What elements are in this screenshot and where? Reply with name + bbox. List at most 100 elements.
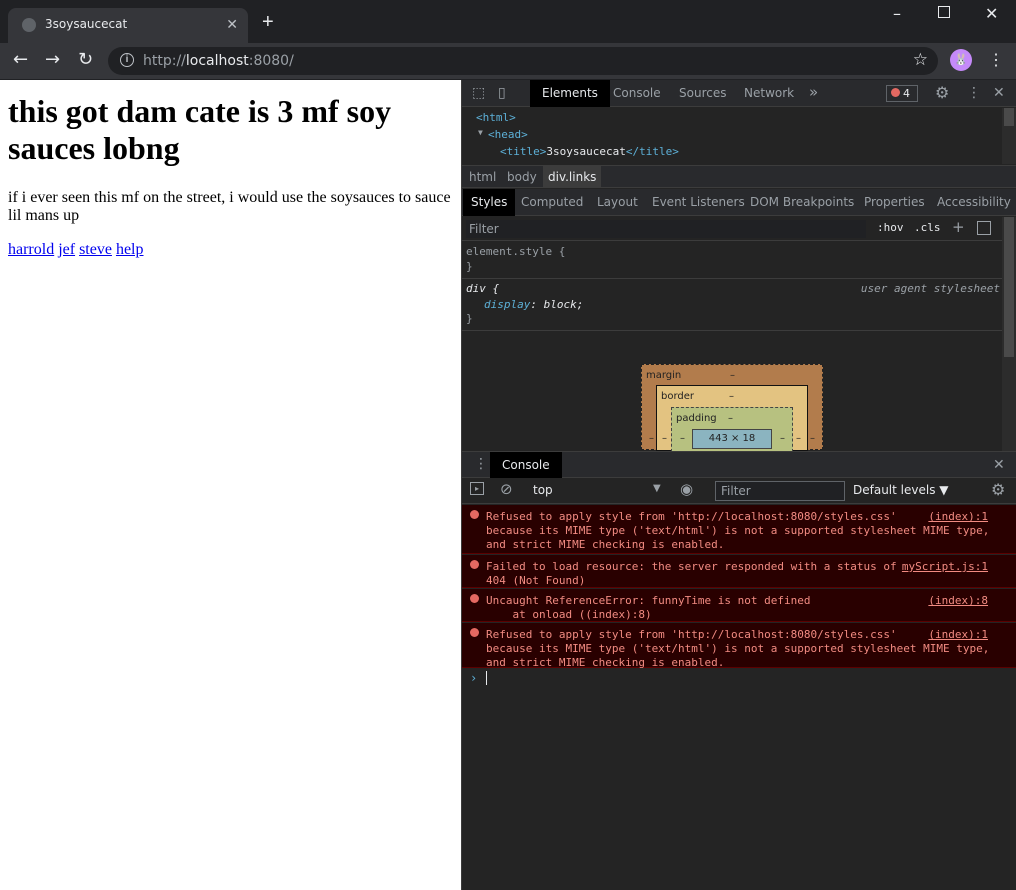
live-expression-eye-icon[interactable]: ◉ — [680, 480, 693, 498]
more-tabs-icon[interactable]: » — [809, 83, 818, 101]
dom-node-html[interactable]: <html> — [476, 111, 516, 124]
subtab-dom-breakpoints[interactable]: DOM Breakpoints — [750, 195, 854, 209]
settings-gear-icon[interactable]: ⚙ — [935, 83, 949, 102]
devtools-menu-icon[interactable]: ⋮ — [967, 85, 981, 101]
element-style-selector[interactable]: element.style { — [466, 245, 565, 258]
console-error-message[interactable]: Uncaught ReferenceError: funnyTime is no… — [462, 589, 1016, 622]
back-icon[interactable]: ← — [13, 49, 28, 70]
console-input[interactable] — [486, 671, 487, 685]
drawer-menu-icon[interactable]: ⋮ — [474, 456, 488, 472]
message-source-link[interactable]: (index):1 — [928, 628, 988, 641]
subtab-styles[interactable]: Styles — [463, 189, 516, 216]
styles-filter-bar: Filter :hov .cls + — [462, 217, 1002, 241]
tab-network[interactable]: Network — [744, 86, 794, 100]
forward-icon[interactable]: → — [45, 49, 60, 70]
message-source-link[interactable]: (index):1 — [928, 510, 988, 523]
crumb-body[interactable]: body — [507, 170, 537, 184]
padding-left-value: – — [680, 433, 685, 444]
tab-console[interactable]: Console — [613, 86, 661, 100]
border-label: border — [661, 391, 695, 402]
margin-top-value: – — [730, 370, 735, 381]
browser-tab[interactable]: 3soysaucecat ✕ — [8, 8, 248, 43]
address-bar[interactable]: i http://localhost:8080/ ☆ — [108, 47, 938, 75]
url-text[interactable]: http://localhost:8080/ — [143, 53, 294, 69]
console-settings-gear-icon[interactable]: ⚙ — [991, 480, 1005, 499]
info-icon[interactable]: i — [120, 53, 134, 67]
chevron-down-icon[interactable]: ▼ — [653, 483, 661, 494]
subtab-layout[interactable]: Layout — [597, 195, 638, 209]
devtools-close-icon[interactable]: ✕ — [993, 85, 1005, 101]
message-line: and strict MIME checking is enabled. — [486, 656, 725, 669]
console-sidebar-icon[interactable]: ▸ — [470, 482, 484, 495]
window-close-icon[interactable]: ✕ — [985, 4, 998, 23]
drawer-close-icon[interactable]: ✕ — [993, 457, 1005, 473]
hov-toggle[interactable]: :hov — [877, 221, 904, 234]
margin-left-value: – — [649, 433, 654, 444]
dom-tree: <html> ▼ <head> <title>3soysaucecat</tit… — [462, 108, 1002, 164]
bookmark-star-icon[interactable]: ☆ — [913, 50, 928, 70]
element-style-rule: element.style { } — [462, 242, 1002, 279]
message-line: at onload ((index):8) — [486, 608, 652, 621]
drawer-tab-console[interactable]: Console — [490, 452, 562, 479]
browser-menu-icon[interactable]: ⋮ — [988, 50, 1004, 70]
crumb-div-links[interactable]: div.links — [543, 166, 602, 188]
log-levels-dropdown[interactable]: Default levels ▼ — [853, 483, 949, 497]
console-error-message[interactable]: Refused to apply style from 'http://loca… — [462, 623, 1016, 669]
tab-close-icon[interactable]: ✕ — [226, 16, 238, 33]
device-toolbar-icon[interactable]: ▯ — [498, 85, 506, 101]
new-tab-button[interactable]: + — [262, 12, 274, 32]
dom-scrollbar[interactable] — [1002, 108, 1016, 164]
link-help[interactable]: help — [116, 241, 144, 258]
toggle-sidebar-icon[interactable] — [977, 221, 991, 235]
ua-selector: div { — [466, 282, 500, 295]
tab-elements[interactable]: Elements — [530, 80, 610, 107]
error-icon — [470, 560, 479, 569]
title-bar: 3soysaucecat ✕ + – ✕ — [0, 0, 1016, 43]
box-content-size[interactable]: 443 × 18 — [692, 429, 772, 449]
minimize-icon[interactable]: – — [893, 4, 901, 23]
subtab-properties[interactable]: Properties — [864, 195, 925, 209]
message-source-link[interactable]: myScript.js:1 — [902, 560, 988, 573]
padding-top-value: – — [728, 413, 733, 424]
rule-close-brace: } — [466, 260, 473, 273]
subtab-event-listeners[interactable]: Event Listeners — [652, 195, 745, 209]
tab-sources[interactable]: Sources — [679, 86, 726, 100]
inspect-element-icon[interactable]: ⬚ — [472, 85, 485, 101]
page-viewport: this got dam cate is 3 mf soy sauces lob… — [0, 80, 461, 890]
dom-node-title[interactable]: <title>3soysaucecat</title> — [500, 145, 679, 158]
clear-console-icon[interactable]: ⊘ — [500, 480, 513, 498]
cls-toggle[interactable]: .cls — [914, 221, 941, 234]
profile-avatar[interactable]: 🐰 — [950, 49, 972, 71]
border-right-value: – — [796, 433, 801, 444]
error-icon — [470, 594, 479, 603]
context-selector[interactable]: top — [533, 483, 553, 497]
styles-scrollbar[interactable] — [1002, 217, 1016, 451]
crumb-html[interactable]: html — [469, 170, 496, 184]
margin-right-value: – — [810, 433, 815, 444]
link-jef[interactable]: jef — [58, 241, 75, 258]
message-line: 404 (Not Found) — [486, 574, 586, 587]
console-error-message[interactable]: Refused to apply style from 'http://loca… — [462, 505, 1016, 554]
message-line: because its MIME type ('text/html') is n… — [486, 642, 990, 655]
error-count-badge[interactable]: 4 — [886, 85, 918, 102]
console-filter-input[interactable]: Filter — [715, 481, 845, 501]
styles-subtabs: Styles Computed Layout Event Listeners D… — [462, 189, 1016, 216]
maximize-icon[interactable] — [938, 6, 950, 18]
message-source-link[interactable]: (index):8 — [928, 594, 988, 607]
link-steve[interactable]: steve — [79, 241, 112, 258]
link-harrold[interactable]: harrold — [8, 241, 54, 258]
subtab-computed[interactable]: Computed — [521, 195, 583, 209]
devtools-tabbar: ⬚ ▯ Elements Console Sources Network » 4… — [462, 80, 1016, 107]
reload-icon[interactable]: ↻ — [78, 49, 93, 70]
console-error-message[interactable]: Failed to load resource: the server resp… — [462, 555, 1016, 588]
console-prompt-icon: › — [470, 671, 478, 685]
new-rule-icon[interactable]: + — [952, 218, 965, 236]
styles-filter-input[interactable]: Filter — [466, 220, 866, 238]
expand-triangle-icon[interactable]: ▼ — [478, 128, 483, 137]
box-padding: padding – – – 443 × 18 — [671, 407, 793, 452]
error-icon — [470, 628, 479, 637]
subtab-accessibility[interactable]: Accessibility — [937, 195, 1011, 209]
message-line: because its MIME type ('text/html') is n… — [486, 524, 990, 537]
links-container: harrold jef steve help — [8, 241, 453, 259]
dom-node-head[interactable]: <head> — [488, 128, 528, 141]
